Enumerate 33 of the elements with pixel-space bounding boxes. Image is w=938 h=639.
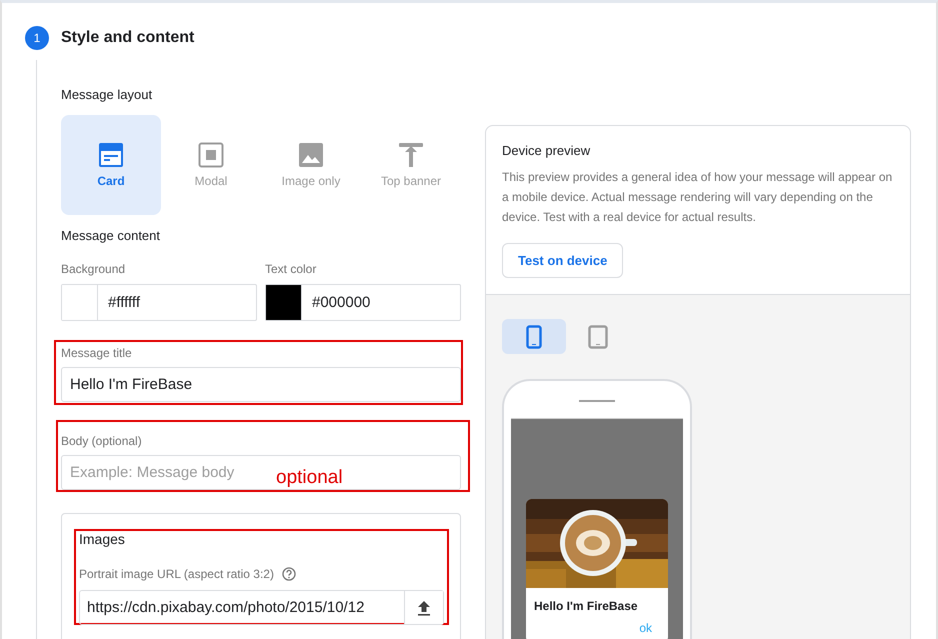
phone-icon <box>526 324 542 348</box>
modal-layout-icon <box>198 142 224 168</box>
layout-option[interactable]: Card <box>61 115 161 215</box>
field-label: Body (optional) <box>61 434 143 448</box>
image-layout-icon <box>298 142 324 168</box>
title-field[interactable]: Hello I'm FireBase <box>61 367 461 402</box>
annotation-text: optional <box>276 467 343 489</box>
message-title: Hello I'm FireBase <box>533 598 639 613</box>
step-number: 1 <box>25 26 49 50</box>
field-label: Background <box>61 262 126 276</box>
layout-option[interactable]: Modal <box>161 115 261 215</box>
section-label: Message layout <box>61 87 154 102</box>
ok-link[interactable]: ok <box>639 613 668 639</box>
images-heading: Images <box>79 531 126 547</box>
top-banner-layout-icon <box>398 142 424 168</box>
test-on-device-button[interactable]: Test on device <box>502 243 624 278</box>
color-field[interactable]: #ffffff <box>61 284 257 321</box>
field-label: Message title <box>61 346 133 360</box>
field-label: Portrait image URL (aspect ratio 3:2) <box>79 567 274 581</box>
device-toggle[interactable] <box>502 319 566 354</box>
panel-description: This preview provides a general idea of how your message will appear on a mobile device. Actual message rendering will vary depending on the device. Test with a real device for actual results. <box>502 169 894 226</box>
step-title: Style and content <box>61 29 194 47</box>
section-label: Message content <box>61 228 162 243</box>
layout-option[interactable]: Top banner <box>361 115 461 215</box>
field-label: Text color <box>265 262 318 276</box>
help-icon[interactable] <box>282 567 296 581</box>
panel-title: Device preview <box>502 143 592 158</box>
layout-option[interactable]: Image only <box>261 115 361 215</box>
upload-icon <box>417 600 431 616</box>
color-field[interactable]: #000000 <box>265 284 461 321</box>
upload-button[interactable] <box>404 591 443 624</box>
card-layout-icon <box>98 142 124 168</box>
tablet-icon <box>588 324 608 348</box>
